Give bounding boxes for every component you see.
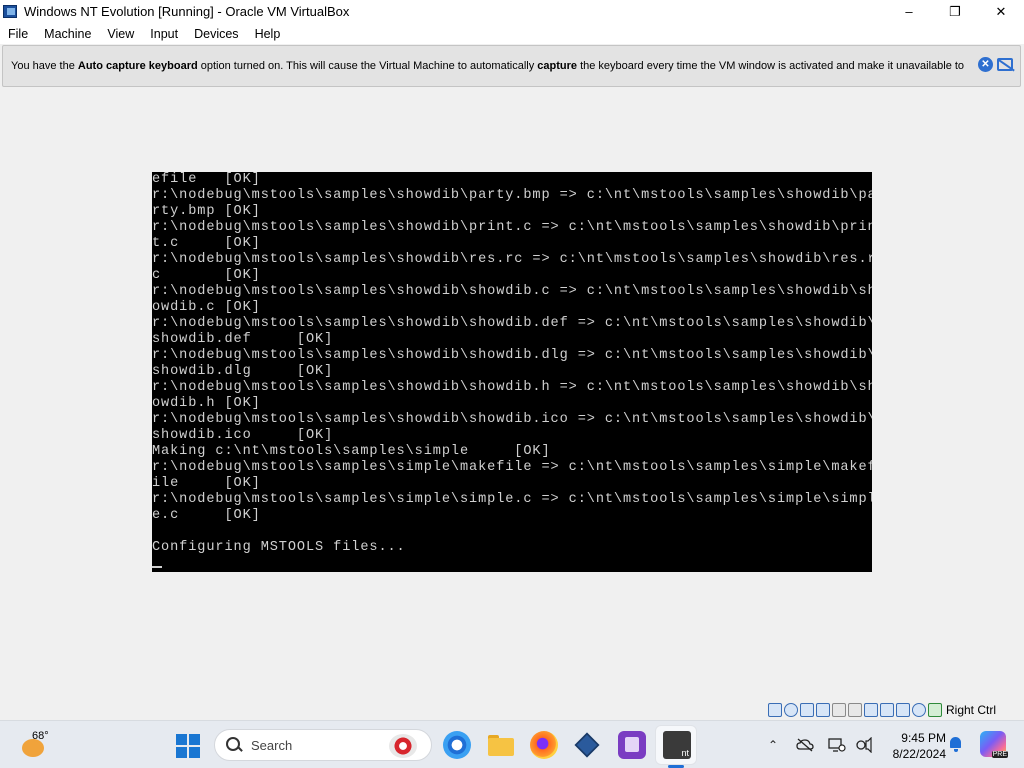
console-line: r:\nodebug\mstools\samples\showdib\showd… <box>152 316 872 331</box>
menu-view[interactable]: View <box>99 27 142 41</box>
show-hidden-icons-button[interactable]: ⌃ <box>762 735 784 755</box>
mouse-integration-icon[interactable] <box>912 703 926 717</box>
console-line: r:\nodebug\mstools\samples\showdib\print… <box>152 220 872 235</box>
console-line: c [OK] <box>152 268 261 283</box>
system-clock[interactable]: 9:45 PM 8/22/2024 <box>880 730 946 762</box>
copilot-icon[interactable]: PRE <box>980 731 1008 758</box>
shared-folders-icon[interactable] <box>848 703 862 717</box>
console-line: ile [OK] <box>152 476 261 491</box>
console-line: e.c [OK] <box>152 508 261 523</box>
chevron-up-icon: ⌃ <box>767 738 779 752</box>
network-icon[interactable] <box>816 703 830 717</box>
console-line: owdib.c [OK] <box>152 300 261 315</box>
display-icon[interactable] <box>864 703 878 717</box>
taskbar: 68° Search ⌃ 9:45 PM 8/22/2024 PRE <box>0 720 1024 768</box>
search-icon <box>225 736 243 754</box>
vm-window-taskbar-icon[interactable] <box>663 731 691 759</box>
notification-text: You have the Auto capture keyboard optio… <box>11 60 965 72</box>
taskbar-search[interactable]: Search <box>214 729 432 761</box>
weather-widget[interactable]: 68° <box>18 727 68 763</box>
host-key-label[interactable]: Right Ctrl <box>946 703 996 717</box>
console-line: r:\nodebug\mstools\samples\showdib\showd… <box>152 412 872 427</box>
menu-file[interactable]: File <box>0 27 36 41</box>
console-output: efile [OK] r:\nodebug\mstools\samples\sho… <box>152 172 872 556</box>
title-bar[interactable]: Windows NT Evolution [Running] - Oracle … <box>0 0 1024 23</box>
usb-icon[interactable] <box>832 703 846 717</box>
do-not-show-again-button[interactable] <box>996 56 1013 73</box>
menu-bar: File Machine View Input Devices Help <box>0 23 1024 44</box>
audio-icon[interactable] <box>800 703 814 717</box>
start-button[interactable] <box>176 734 200 758</box>
console-line: Configuring MSTOOLS files... <box>152 540 406 555</box>
console-line: efile [OK] <box>152 172 261 187</box>
console-line: r:\nodebug\mstools\samples\showdib\showd… <box>152 380 872 395</box>
maximize-button[interactable]: ❐ <box>932 0 978 23</box>
console-line: r:\nodebug\mstools\samples\showdib\party… <box>152 188 872 203</box>
virtualbox-manager-taskbar-icon[interactable] <box>573 731 601 759</box>
menu-help[interactable]: Help <box>247 27 289 41</box>
recording-icon[interactable] <box>896 703 910 717</box>
notepad-app-taskbar-icon[interactable] <box>618 731 646 759</box>
keyboard-icon[interactable] <box>928 703 942 717</box>
search-highlight-icon <box>389 734 417 758</box>
console-line: showdib.dlg [OK] <box>152 364 334 379</box>
virtualbox-icon <box>3 4 19 20</box>
auto-capture-notification: You have the Auto capture keyboard optio… <box>2 45 1021 87</box>
close-icon: ✕ <box>978 57 993 72</box>
weather-temperature: 68° <box>32 730 49 742</box>
vm-status-bar: Right Ctrl <box>768 702 996 718</box>
menu-devices[interactable]: Devices <box>186 27 246 41</box>
console-line: showdib.ico [OK] <box>152 428 334 443</box>
vm-display[interactable]: efile [OK] r:\nodebug\mstools\samples\sho… <box>152 172 872 572</box>
search-placeholder: Search <box>251 737 293 753</box>
display-tray-icon[interactable] <box>826 735 848 755</box>
clock-date: 8/22/2024 <box>892 747 946 761</box>
hard-disk-icon[interactable] <box>768 703 782 717</box>
menu-machine[interactable]: Machine <box>36 27 99 41</box>
notification-bell-icon[interactable] <box>948 735 964 753</box>
console-line: showdib.def [OK] <box>152 332 334 347</box>
minimize-button[interactable]: – <box>886 0 932 23</box>
file-explorer-taskbar-icon[interactable] <box>487 731 515 759</box>
menu-input[interactable]: Input <box>142 27 186 41</box>
cloud-off-icon[interactable] <box>794 735 816 755</box>
video-capture-icon[interactable] <box>880 703 894 717</box>
chrome-taskbar-icon[interactable] <box>443 731 471 759</box>
console-line: owdib.h [OK] <box>152 396 261 411</box>
console-line: rty.bmp [OK] <box>152 204 261 219</box>
window-title: Windows NT Evolution [Running] - Oracle … <box>24 4 350 19</box>
console-line: r:\nodebug\mstools\samples\simple\simple… <box>152 492 872 507</box>
text-cursor <box>152 566 162 568</box>
optical-drive-icon[interactable] <box>784 703 798 717</box>
dismiss-notification-button[interactable]: ✕ <box>977 56 994 73</box>
console-line: Making c:\nt\mstools\samples\simple [OK] <box>152 444 551 459</box>
clock-time: 9:45 PM <box>901 731 946 745</box>
network-volume-tray-icon[interactable] <box>853 735 875 755</box>
console-line: r:\nodebug\mstools\samples\showdib\showd… <box>152 284 872 299</box>
console-line: r:\nodebug\mstools\samples\simple\makefi… <box>152 460 872 475</box>
console-line: r:\nodebug\mstools\samples\showdib\res.r… <box>152 252 872 267</box>
copilot-preview-badge: PRE <box>991 751 1008 758</box>
console-line: r:\nodebug\mstools\samples\showdib\showd… <box>152 348 872 363</box>
close-button[interactable]: ✕ <box>978 0 1024 23</box>
console-line: t.c [OK] <box>152 236 261 251</box>
firefox-taskbar-icon[interactable] <box>530 731 558 759</box>
monitor-off-icon <box>996 58 1013 71</box>
